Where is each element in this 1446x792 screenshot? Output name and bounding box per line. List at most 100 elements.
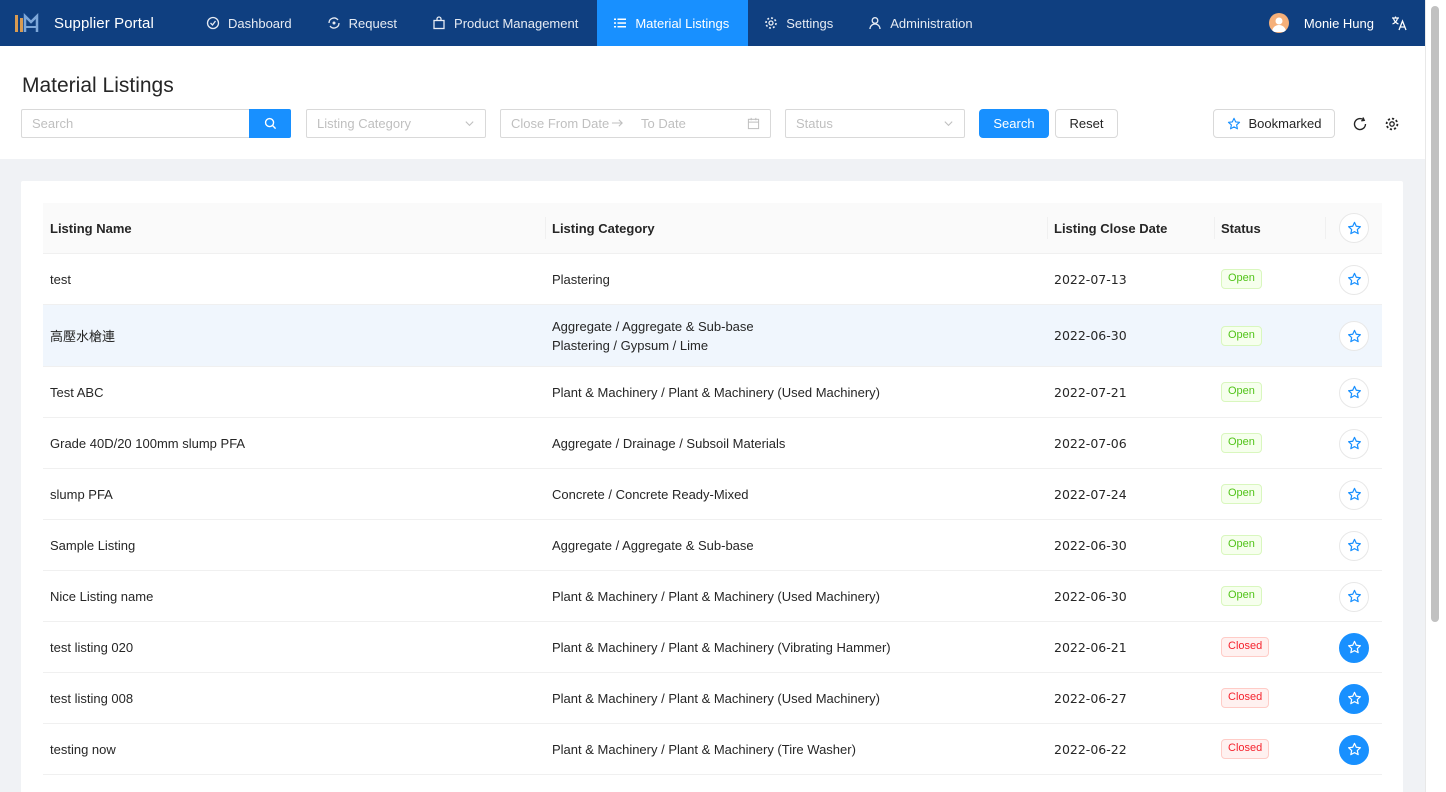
listing-name-cell[interactable]: slump PFA [50, 487, 113, 502]
nav-settings[interactable]: Settings [748, 0, 852, 46]
table-row[interactable]: testing now Plant & Machinery / Plant & M… [43, 724, 1382, 775]
listing-name-cell[interactable]: 高壓水槍連 [50, 326, 115, 345]
table-row[interactable]: Grade 40D/20 100mm slump PFA Aggregate / … [43, 418, 1382, 469]
nav-label: Dashboard [228, 15, 292, 31]
shopping-bag-icon [432, 16, 446, 30]
listing-category-cell: Aggregate / Aggregate & Sub-base Plasteri… [552, 317, 754, 355]
nav-product-management[interactable]: Product Management [416, 0, 597, 46]
status-badge: Open [1221, 382, 1262, 402]
table-header: Listing Name Listing Category Listing Cl… [43, 203, 1382, 254]
user-menu[interactable]: Monie Hung [1268, 0, 1425, 46]
bookmark-star-icon[interactable] [1339, 479, 1369, 510]
listing-name-cell[interactable]: Sample Listing [50, 538, 135, 553]
bookmark-star-icon[interactable] [1339, 377, 1369, 408]
column-header-listing-category[interactable]: Listing Category [552, 219, 655, 238]
status-placeholder: Status [796, 116, 833, 131]
dashboard-icon [206, 16, 220, 30]
search-button[interactable]: Search [979, 109, 1049, 138]
from-date-input[interactable]: Close From Date [511, 116, 611, 131]
category-line: Plant & Machinery / Plant & Machinery (T… [552, 741, 856, 757]
avatar[interactable] [1268, 13, 1289, 33]
status-cell: Open [1221, 269, 1262, 289]
nav-request[interactable]: Request [311, 0, 416, 46]
listings-card: Listing Name Listing Category Listing Cl… [21, 181, 1403, 792]
close-date-cell: 2022-06-30 [1054, 328, 1127, 343]
table-row[interactable]: Nice Listing name Plant & Machinery / Pla… [43, 571, 1382, 622]
table-row[interactable]: 高壓水槍連 Aggregate / Aggregate & Sub-base Pla… [43, 305, 1382, 367]
bookmark-star-icon[interactable] [1339, 321, 1369, 351]
user-name[interactable]: Monie Hung [1304, 16, 1374, 31]
bookmark-star-icon[interactable] [1339, 530, 1369, 561]
reset-button[interactable]: Reset [1055, 109, 1118, 138]
bookmark-star-icon[interactable] [1339, 734, 1369, 765]
table-row[interactable]: test Plastering 2022-07-13 Open [43, 254, 1382, 305]
close-date-range-picker[interactable]: Close From Date To Date [500, 109, 771, 138]
column-divider [1047, 217, 1048, 239]
nav-label: Product Management [454, 15, 579, 31]
calendar-icon [747, 117, 760, 130]
nav-label: Material Listings [635, 15, 730, 31]
bookmark-star-icon[interactable] [1339, 428, 1369, 459]
bookmark-all-star-icon[interactable] [1339, 213, 1369, 243]
column-divider [1214, 217, 1215, 239]
listing-name-cell[interactable]: testing now [50, 742, 116, 757]
table-row[interactable]: Sample Listing Aggregate / Aggregate & Su… [43, 520, 1382, 571]
table-row[interactable]: test listing 020 Plant & Machinery / Plan… [43, 622, 1382, 673]
gear-icon [764, 16, 778, 30]
close-date-cell: 2022-06-30 [1054, 588, 1127, 604]
scrollbar[interactable] [1425, 0, 1446, 792]
status-badge: Open [1221, 325, 1262, 346]
table-row[interactable]: test listing 008 Plant & Machinery / Plan… [43, 673, 1382, 724]
status-cell: Closed [1221, 688, 1270, 708]
bookmark-star-icon[interactable] [1339, 683, 1369, 714]
reload-icon[interactable] [1351, 109, 1369, 138]
nav-administration[interactable]: Administration [852, 0, 991, 46]
listings-table: Listing Name Listing Category Listing Cl… [43, 203, 1382, 775]
table-row[interactable]: Test ABC Plant & Machinery / Plant & Mach… [43, 367, 1382, 418]
nav-material-listings[interactable]: Material Listings [597, 0, 749, 46]
status-badge: Open [1221, 586, 1262, 606]
bookmark-star-icon[interactable] [1339, 264, 1369, 295]
status-cell: Open [1221, 325, 1262, 346]
search-icon-button[interactable] [249, 109, 291, 138]
scrollbar-thumb[interactable] [1431, 6, 1439, 622]
listing-name-cell[interactable]: test listing 008 [50, 691, 133, 706]
request-icon [327, 16, 341, 30]
status-badge: Open [1221, 484, 1262, 504]
table-settings-icon[interactable] [1383, 109, 1401, 138]
to-date-input[interactable]: To Date [641, 116, 747, 131]
table-row[interactable]: slump PFA Concrete / Concrete Ready-Mixed… [43, 469, 1382, 520]
category-line: Concrete / Concrete Ready-Mixed [552, 486, 749, 502]
user-icon [868, 16, 882, 30]
brand[interactable]: Supplier Portal [0, 12, 190, 34]
listing-category-cell: Plant & Machinery / Plant & Machinery (V… [552, 638, 891, 657]
column-divider [545, 217, 546, 239]
status-cell: Open [1221, 382, 1262, 402]
category-line: Plant & Machinery / Plant & Machinery (U… [552, 384, 881, 400]
listing-name-cell[interactable]: test [50, 272, 71, 287]
listing-category-cell: Concrete / Concrete Ready-Mixed [552, 485, 749, 504]
status-select[interactable]: Status [785, 109, 965, 138]
listing-name-cell[interactable]: Test ABC [50, 385, 103, 400]
status-badge: Open [1221, 535, 1262, 555]
listing-category-cell: Aggregate / Drainage / Subsoil Materials [552, 434, 785, 453]
close-date-cell: 2022-06-30 [1054, 537, 1127, 553]
column-header-listing-name[interactable]: Listing Name [50, 221, 132, 236]
column-header-status[interactable]: Status [1221, 221, 1261, 236]
bookmark-star-icon[interactable] [1339, 632, 1369, 663]
bookmarked-button[interactable]: Bookmarked [1213, 109, 1335, 138]
listing-category-select[interactable]: Listing Category [306, 109, 486, 138]
listing-name-cell[interactable]: test listing 020 [50, 640, 133, 655]
search-input[interactable]: Search [21, 109, 250, 138]
category-line: Plastering / Gypsum / Lime [552, 337, 709, 353]
listing-name-cell[interactable]: Grade 40D/20 100mm slump PFA [50, 436, 245, 451]
translate-icon[interactable] [1391, 15, 1407, 31]
status-badge: Closed [1221, 637, 1270, 657]
status-cell: Closed [1221, 739, 1270, 759]
nav-dashboard[interactable]: Dashboard [190, 0, 311, 46]
bookmark-star-icon[interactable] [1339, 581, 1369, 612]
close-date-cell: 2022-07-06 [1054, 435, 1127, 451]
listing-category-cell: Plant & Machinery / Plant & Machinery (U… [552, 383, 880, 402]
column-header-close-date[interactable]: Listing Close Date [1054, 221, 1167, 236]
listing-name-cell[interactable]: Nice Listing name [50, 589, 153, 604]
